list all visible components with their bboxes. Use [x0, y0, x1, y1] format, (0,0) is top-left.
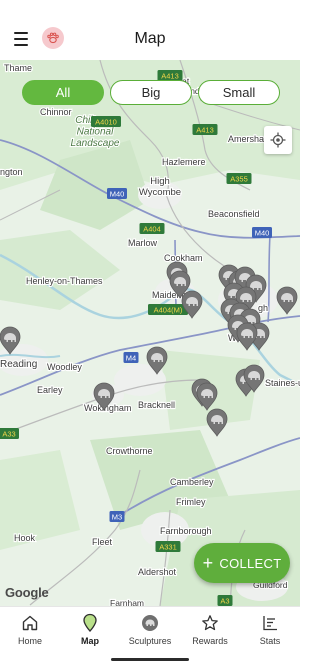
svg-text:M4: M4 [126, 354, 136, 363]
elephant-marker-icon[interactable] [206, 408, 228, 437]
elephant-marker-icon[interactable] [0, 326, 21, 355]
map-pin-icon [80, 613, 100, 633]
place-label-hazlemere: Hazlemere [162, 157, 206, 167]
place-label-farnham: Farnham [110, 598, 144, 606]
google-attribution-text: Google [5, 585, 49, 600]
filter-chips: All Big Small [22, 80, 280, 106]
place-label-high-wycombe: High Wycombe [139, 176, 181, 198]
svg-text:A413: A413 [196, 126, 214, 135]
place-label-thame: Thame [4, 63, 32, 73]
elephant-marker-icon[interactable] [236, 322, 258, 351]
svg-text:A404: A404 [143, 225, 161, 234]
place-label-chinnor: Chinnor [40, 107, 72, 117]
road-shield-m40-right: M40 [252, 227, 272, 238]
map-overlay: ThameChinnorGreatMissendenAmershamChilte… [0, 62, 300, 606]
place-label-farnborough: Farnborough [160, 526, 212, 536]
collect-label: COLLECT [219, 555, 282, 571]
nav-sculptures-label: Sculptures [128, 636, 172, 646]
road-shield-a331: A331 [155, 541, 181, 552]
place-label-henley: Henley-on-Thames [26, 276, 103, 286]
place-label-camberley: Camberley [170, 477, 214, 487]
elephant-marker-icon[interactable] [276, 286, 298, 315]
place-label-staines: Staines-u [265, 378, 300, 388]
road-shield-a4010: A4010 [91, 116, 121, 127]
place-label-reading: Reading [0, 359, 37, 370]
road-shield-a33: A33 [0, 428, 19, 439]
google-attribution: Google [5, 585, 49, 600]
svg-text:A404(M): A404(M) [154, 306, 183, 315]
nav-home-label: Home [17, 636, 42, 646]
road-shield-a3: A3 [217, 595, 233, 606]
filter-all-chip[interactable]: All [22, 80, 104, 105]
my-location-icon[interactable] [264, 126, 292, 154]
place-label-aldershot: Aldershot [138, 567, 177, 577]
svg-text:M40: M40 [255, 229, 270, 238]
svg-text:A355: A355 [230, 175, 248, 184]
nav-home[interactable]: Home [0, 613, 60, 653]
collect-button[interactable]: + COLLECT [194, 543, 290, 583]
road-shield-a404: A404 [139, 223, 165, 234]
svg-text:M3: M3 [112, 513, 122, 522]
place-label-marlow: Marlow [128, 238, 158, 248]
road-shield-m4: M4 [123, 352, 139, 363]
nav-rewards-label: Rewards [192, 636, 228, 646]
nav-map-label: Map [81, 636, 99, 646]
svg-text:A331: A331 [159, 543, 177, 552]
app-bar: Map [0, 0, 300, 60]
place-label-fleet: Fleet [92, 537, 113, 547]
place-label-crowthorne: Crowthorne [106, 446, 153, 456]
elephant-marker-icon[interactable] [196, 382, 218, 411]
place-label-cookham: Cookham [164, 253, 203, 263]
road-shield-m3: M3 [109, 511, 125, 522]
place-label-woodley: Woodley [47, 362, 82, 372]
elephant-marker-icon[interactable] [146, 346, 168, 375]
svg-text:A33: A33 [2, 430, 15, 439]
home-indicator [111, 658, 189, 661]
place-label-slough: gh [258, 303, 268, 313]
place-label-beaconsfield: Beaconsfield [208, 209, 260, 219]
place-label-ington: ngton [0, 167, 23, 177]
svg-text:A4010: A4010 [95, 118, 117, 127]
place-label-earley: Earley [37, 385, 63, 395]
nav-map[interactable]: Map [60, 613, 120, 653]
filter-big-chip[interactable]: Big [110, 80, 192, 105]
bottom-navigation: Home Map Sculptures Rewards Stats [0, 606, 300, 667]
star-icon [200, 613, 220, 633]
road-shield-m40-left: M40 [107, 188, 127, 199]
place-label-hook: Hook [14, 533, 36, 543]
nav-rewards[interactable]: Rewards [180, 613, 240, 653]
home-icon [20, 613, 40, 633]
nav-stats[interactable]: Stats [240, 613, 300, 653]
road-shield-a404m: A404(M) [148, 304, 188, 315]
place-label-frimley: Frimley [176, 497, 206, 507]
page-title: Map [134, 30, 166, 47]
plus-icon: + [202, 553, 214, 573]
elephant-icon [140, 613, 160, 633]
road-shield-a413: A413 [192, 124, 218, 135]
nav-sculptures[interactable]: Sculptures [120, 613, 180, 653]
filter-small-chip[interactable]: Small [198, 80, 280, 105]
stats-icon [260, 613, 280, 633]
place-label-bracknell: Bracknell [138, 400, 175, 410]
svg-text:M40: M40 [110, 190, 125, 199]
nav-stats-label: Stats [259, 636, 281, 646]
map-view[interactable]: All Big Small ThameChinnorGreatMissenden… [0, 60, 300, 606]
road-shield-a355: A355 [226, 173, 252, 184]
svg-text:A3: A3 [220, 597, 229, 606]
